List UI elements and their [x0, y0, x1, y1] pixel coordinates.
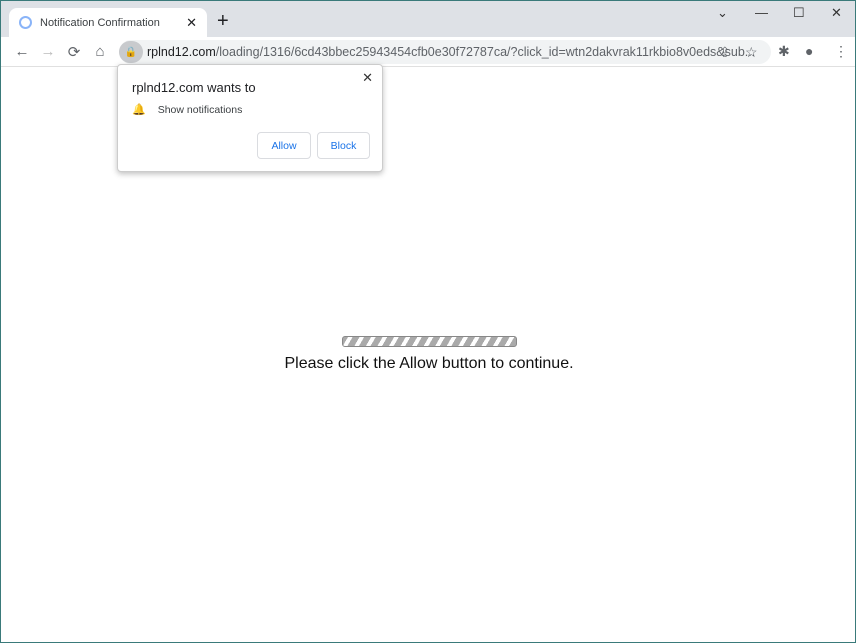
popup-close-icon[interactable]: ✕	[362, 70, 373, 86]
title-bar: Notification Confirmation ✕ + ⌄ — ☐ ✕	[1, 1, 855, 37]
back-icon[interactable]: ←	[9, 43, 35, 60]
loading-progress-bar	[342, 336, 517, 347]
url-domain: rplnd12.com	[147, 45, 216, 59]
share-icon[interactable]: ⇪	[719, 44, 731, 61]
permission-label: Show notifications	[157, 103, 243, 116]
bell-icon: 🔔	[132, 104, 146, 116]
address-bar[interactable]: 🔒 rplnd12.com/loading/1316/6cd43bbec2594…	[119, 40, 771, 64]
allow-button[interactable]: Allow	[257, 132, 311, 159]
menu-icon[interactable]: ⋮	[834, 43, 848, 60]
profile-icon[interactable]: ●	[805, 43, 813, 59]
tab-title: Notification Confirmation	[40, 16, 160, 29]
maximize-button[interactable]: ☐	[793, 5, 805, 21]
popup-heading: rplnd12.com wants to	[132, 80, 256, 95]
star-icon[interactable]: ☆	[745, 44, 758, 61]
favicon-icon	[19, 16, 32, 29]
lock-icon[interactable]: 🔒	[119, 41, 143, 63]
window-close-button[interactable]: ✕	[831, 5, 842, 21]
tab-close-icon[interactable]: ✕	[186, 15, 197, 31]
permission-row: 🔔 Show notifications	[132, 103, 243, 117]
notification-permission-popup: rplnd12.com wants to ✕ 🔔 Show notificati…	[117, 64, 383, 172]
instruction-message: Please click the Allow button to continu…	[284, 355, 574, 372]
tab-search-icon[interactable]: ⌄	[717, 5, 728, 21]
toolbar: ← → ⟳ ⌂ 🔒 rplnd12.com/loading/1316/6cd43…	[1, 37, 855, 67]
url-path: /loading/1316/6cd43bbec25943454cfb0e30f7…	[215, 45, 756, 59]
browser-tab[interactable]: Notification Confirmation ✕	[9, 8, 207, 37]
new-tab-button[interactable]: +	[217, 10, 229, 33]
block-button[interactable]: Block	[317, 132, 370, 159]
forward-icon[interactable]: →	[35, 43, 61, 60]
home-icon[interactable]: ⌂	[87, 43, 113, 60]
extensions-icon[interactable]: ✱	[778, 43, 790, 60]
minimize-button[interactable]: —	[755, 5, 768, 20]
reload-icon[interactable]: ⟳	[61, 43, 87, 61]
url-text[interactable]: rplnd12.com/loading/1316/6cd43bbec259434…	[147, 45, 755, 59]
